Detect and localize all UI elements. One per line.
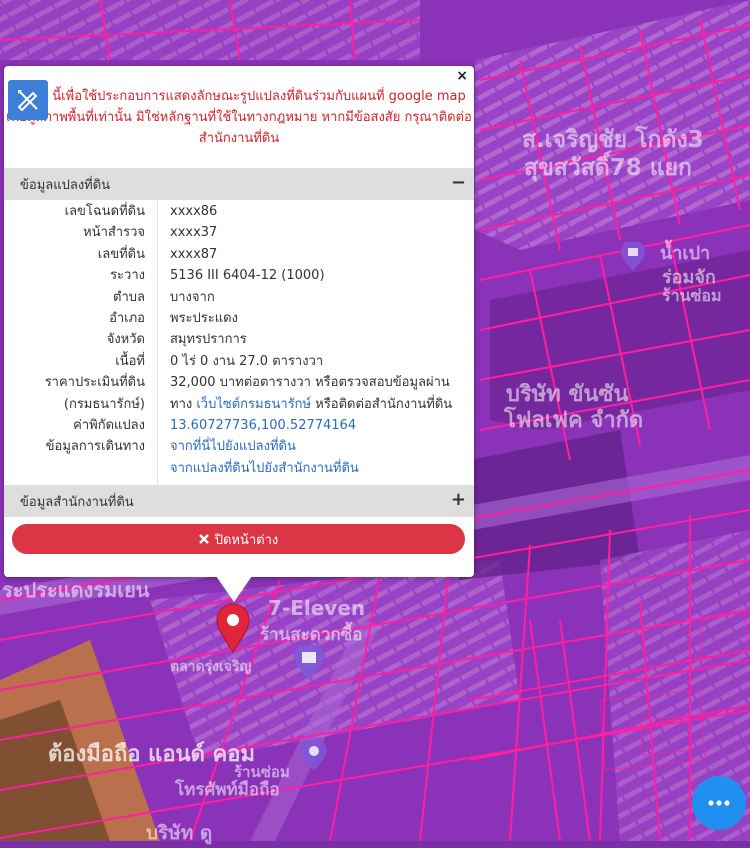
map-label-company-bottom: บริษัท ดู [146,822,213,844]
field-label: เนื้อที่ [115,353,145,369]
measure-tool-button[interactable] [8,80,48,120]
parcel-section-title: ข้อมูลแปลงที่ดิน [20,177,111,193]
field-value: พระประแดง [170,310,238,326]
field-label: เลขที่ดิน [97,246,145,262]
row-province: จังหวัด สมุทรปราการ [4,329,474,350]
office-section-header[interactable]: ข้อมูลสำนักงานที่ดิน + [4,485,474,517]
row-directions-office: จากแปลงที่ดินไปยังสำนักงานที่ดิน [4,458,474,479]
field-value: ทาง เว็บไซต์กรมธนารักษ์ หรือติดต่อสำนักง… [170,394,452,415]
coordinates-link[interactable]: 13.60727736,100.52774164 [170,415,356,436]
field-value: 5136 III 6404-12 (1000) [170,268,325,284]
field-label: หน้าสำรวจ [83,225,145,241]
treasury-website-link[interactable]: เว็บไซต์กรมธนารักษ์ [196,397,311,412]
close-window-label: ปิดหน้าต่าง [214,532,279,548]
value-suffix: หรือติดต่อสำนักงานที่ดิน [311,396,453,412]
field-label: เลขโฉนดที่ดิน [64,204,145,219]
parcel-section-header[interactable]: ข้อมูลแปลงที่ดิน − [4,168,474,200]
field-label: ค่าพิกัดแปลง [73,417,145,433]
expand-icon[interactable]: + [451,489,466,510]
field-label: ข้อมูลการเดินทาง [45,439,145,455]
row-subdistrict: ตำบล บางจาก [4,287,474,308]
poi-phone-shop-icon[interactable] [300,740,328,772]
map-label-seven: 7-Eleven [268,596,366,620]
office-section-title: ข้อมูลสำนักงานที่ดิน [20,494,134,510]
close-window-button[interactable]: ปิดหน้าต่าง [12,524,465,554]
row-survey-page: หน้าสำรวจ xxxx37 [4,222,474,243]
field-value: xxxx86 [170,204,218,219]
map-label-road-top: สุขสวัสดิ์78 แยก [524,155,692,181]
popup-pointer [216,576,252,602]
row-coordinates: ค่าพิกัดแปลง 13.60727736,100.52774164 [4,415,474,436]
field-value: xxxx87 [170,246,218,262]
location-marker-icon[interactable] [216,603,250,653]
map-label-seven-sub: ร้านสะดวกซื้อ [260,625,363,645]
field-value: xxxx37 [170,225,218,241]
row-area: เนื้อที่ 0 ไร่ 0 งาน 27.0 ตารางวา [4,351,474,372]
directions-to-parcel-link[interactable]: จากที่นี่ไปยังแปลงที่ดิน [170,436,296,457]
ruler-pencil-icon [17,90,38,112]
more-dots-icon [708,800,730,806]
field-value: 32,000 บาทต่อตารางวา หรือตรวจสอบข้อมูลผ่… [170,375,450,391]
parcel-details-list: เลขโฉนดที่ดิน xxxx86 หน้าสำรวจ xxxx37 เลขท… [4,201,474,479]
field-label: ราคาประเมินที่ดิน [44,375,145,391]
field-value: 0 ไร่ 0 งาน 27.0 ตารางวา [170,353,324,369]
row-land-number: เลขที่ดิน xxxx87 [4,244,474,265]
field-label: (กรมธนารักษ์) [63,396,145,412]
map-label-shop-bottom3: โทรศัพท์มือถือ [175,780,280,800]
field-label: ระวาง [110,268,145,284]
map-label-marker: ตลาดรุ่งเจริญ [170,659,252,675]
field-label: จังหวัด [106,332,145,348]
row-directions: ข้อมูลการเดินทาง จากที่นี่ไปยังแปลงที่ดิน [4,436,474,457]
field-value: สมุทรปราการ [170,332,247,348]
map-label-shop-right2: ร้านซ่อม [662,286,722,305]
poi-store-icon[interactable] [293,645,325,681]
row-deed-number: เลขโฉนดที่ดิน xxxx86 [4,201,474,222]
disclaimer-line-2: เพื่อดูสภาพพื้นที่เท่านั้น มิใช่หลักฐานท… [6,110,472,125]
parcel-info-popup: × นี้เพื่อใช้ประกอบการแสดงลักษณะรูปแปลงท… [4,66,474,577]
field-label: ตำบล [113,289,145,305]
map-label-company2: โฟลเฟค จำกัด [504,408,644,433]
disclaimer-line-1: นี้เพื่อใช้ประกอบการแสดงลักษณะรูปแปลงที่… [52,89,466,104]
row-district: อำเภอ พระประแดง [4,308,474,329]
chat-button[interactable] [692,776,746,830]
close-icon [198,534,209,544]
collapse-icon[interactable]: − [451,172,466,193]
directions-to-office-link[interactable]: จากแปลงที่ดินไปยังสำนักงานที่ดิน [170,458,359,479]
poi-shop-icon[interactable] [620,242,646,272]
row-appraised-price: ราคาประเมินที่ดิน 32,000 บาทต่อตารางวา หร… [4,372,474,393]
disclaimer-line-3: สำนักงานที่ดิน [198,131,280,146]
field-label: อำเภอ [109,310,145,326]
value-prefix: ทาง [170,396,197,412]
row-treasury-dept: (กรมธนารักษ์) ทาง เว็บไซต์กรมธนารักษ์ หรื… [4,394,474,415]
popup-close-icon[interactable]: × [456,68,468,84]
map-label-road-left: ระประแดงรมเยน [2,578,150,602]
row-map-sheet: ระวาง 5136 III 6404-12 (1000) [4,265,474,286]
field-value: บางจาก [170,289,215,305]
map-label-shop-bottom: ต้องมือถือ แอนด์ คอม [48,742,255,767]
popup-disclaimer: นี้เพื่อใช้ประกอบการแสดงลักษณะรูปแปลงที่… [4,86,474,149]
